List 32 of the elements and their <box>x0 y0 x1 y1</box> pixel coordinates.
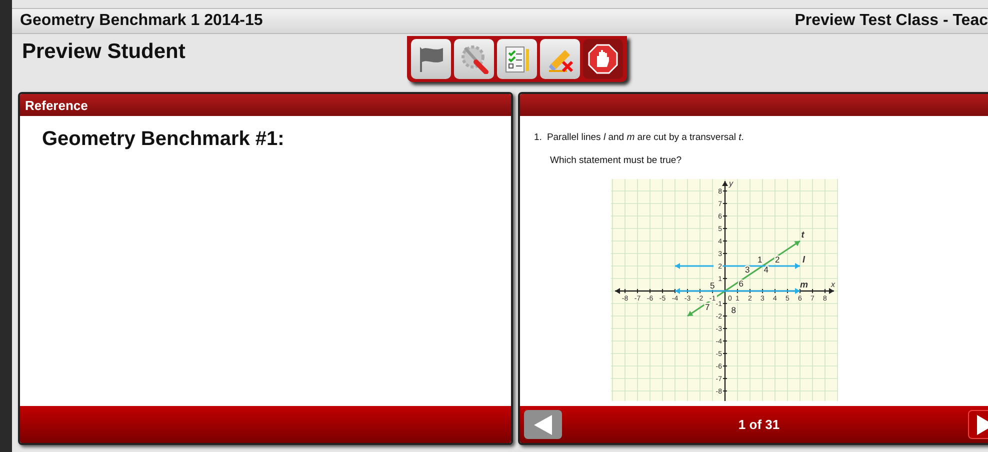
angle-label: 8 <box>731 304 736 315</box>
angle-label: 4 <box>764 264 768 274</box>
line-label: l <box>802 254 806 264</box>
previous-button[interactable] <box>524 410 562 439</box>
question-prompt: Parallel lines l and m are cut by a transversal t. <box>546 132 744 143</box>
angle-label: 3 <box>745 264 750 274</box>
axis-label: y <box>729 179 733 188</box>
flag-button[interactable] <box>411 39 451 79</box>
wrench-gear-icon <box>459 44 489 74</box>
test-title: Geometry Benchmark 1 2014-15 <box>20 12 263 30</box>
question-text: Which statement must be true? <box>550 155 682 166</box>
angle-label: 5 <box>710 280 715 290</box>
reference-heading: Geometry Benchmark #1: <box>42 128 286 151</box>
angle-label: 6 <box>738 278 744 289</box>
page-indicator: 1 of 31 <box>738 417 780 432</box>
axis-label: x <box>831 280 835 289</box>
line-label: t <box>801 229 804 240</box>
tools-button[interactable] <box>454 39 494 79</box>
right-arrow-icon <box>975 414 988 436</box>
stop-button[interactable] <box>583 39 623 79</box>
checklist-button[interactable] <box>497 39 537 79</box>
eraser-button[interactable] <box>540 39 580 79</box>
angle-label: 7 <box>705 302 710 312</box>
student-name: Preview Student <box>22 40 186 64</box>
line-label: m <box>800 279 808 290</box>
angle-label: 2 <box>775 254 780 264</box>
panel-title: Reference <box>25 98 88 112</box>
class-name: Preview Test Class - Teac <box>794 12 988 30</box>
question-number: 1. <box>534 132 542 143</box>
angle-label: 1 <box>758 254 762 264</box>
left-arrow-icon <box>532 414 554 436</box>
stop-hand-icon <box>587 43 619 75</box>
